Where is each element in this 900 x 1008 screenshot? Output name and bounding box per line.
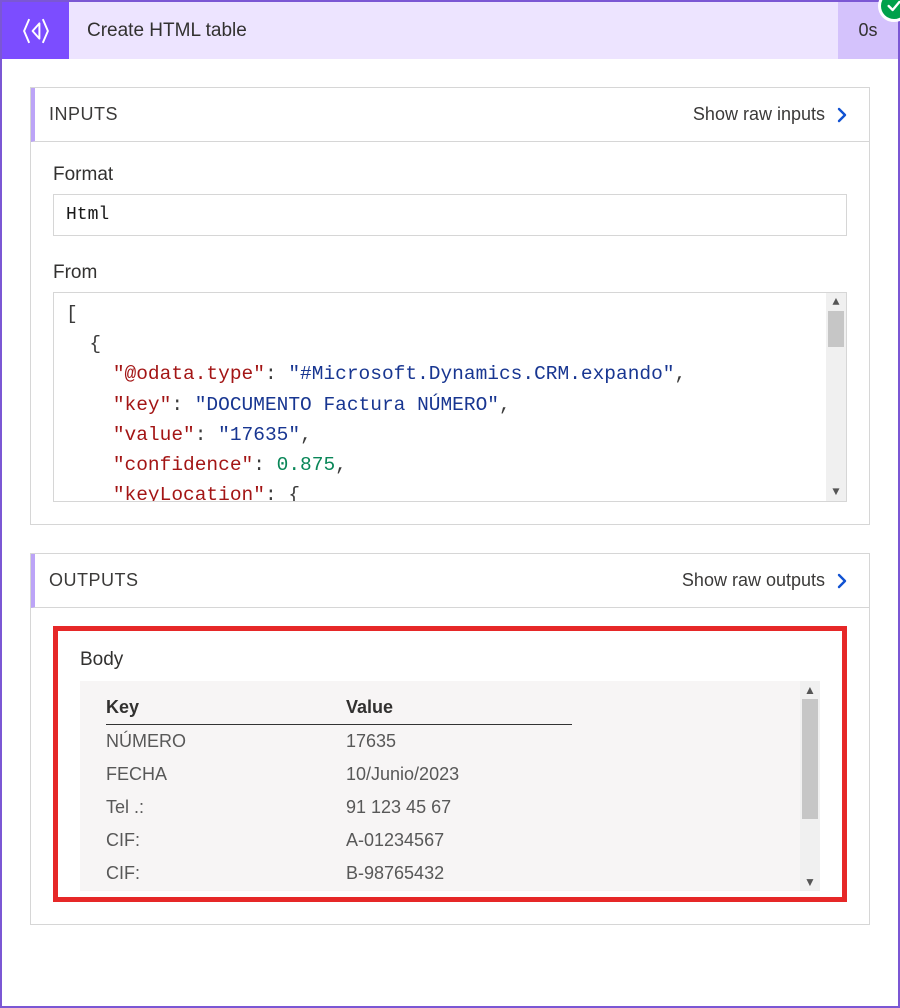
table-header-key: Key xyxy=(106,697,346,725)
json-line: "keyLocation": { xyxy=(66,480,824,502)
table-row: NÚMERO17635 xyxy=(106,725,572,759)
table-cell-value: B-98765432 xyxy=(346,857,572,890)
chevron-right-icon xyxy=(833,572,851,590)
scroll-thumb[interactable] xyxy=(828,311,844,347)
json-line: "confidence": 0.875, xyxy=(66,450,824,480)
scroll-down-arrow-icon[interactable]: ▼ xyxy=(800,873,820,891)
table-cell-key: CIF: xyxy=(106,857,346,890)
inputs-panel-header: INPUTS Show raw inputs xyxy=(31,88,869,142)
table-row: CIF:A-01234567 xyxy=(106,824,572,857)
show-raw-outputs-link[interactable]: Show raw outputs xyxy=(682,570,851,591)
scroll-thumb[interactable] xyxy=(802,699,818,819)
action-card-header: Create HTML table 0s xyxy=(2,2,898,59)
table-cell-key: FECHA xyxy=(106,758,346,791)
outputs-panel-header: OUTPUTS Show raw outputs xyxy=(31,554,869,608)
highlighted-output-region: Body Key Value NÚMERO17635FECHA10/Junio/… xyxy=(53,626,847,902)
inputs-panel: INPUTS Show raw inputs Format Html From … xyxy=(30,87,870,525)
json-line: "@odata.type": "#Microsoft.Dynamics.CRM.… xyxy=(66,359,824,389)
table-cell-key: NÚMERO xyxy=(106,725,346,759)
show-raw-outputs-text: Show raw outputs xyxy=(682,570,825,591)
table-cell-value: A-01234567 xyxy=(346,824,572,857)
format-value-box: Html xyxy=(53,194,847,236)
json-line: { xyxy=(66,329,824,359)
json-line: "value": "17635", xyxy=(66,420,824,450)
show-raw-inputs-text: Show raw inputs xyxy=(693,104,825,125)
output-html-table: Key Value NÚMERO17635FECHA10/Junio/2023T… xyxy=(106,697,572,890)
action-title: Create HTML table xyxy=(69,2,838,59)
table-row: FECHA10/Junio/2023 xyxy=(106,758,572,791)
body-label: Body xyxy=(80,649,820,671)
format-label: Format xyxy=(53,164,847,186)
inputs-panel-title: INPUTS xyxy=(49,104,118,125)
action-duration-text: 0s xyxy=(858,20,877,41)
table-cell-key: CIF: xyxy=(106,824,346,857)
table-cell-value: 10/Junio/2023 xyxy=(346,758,572,791)
data-operation-icon xyxy=(2,2,69,59)
outputs-panel: OUTPUTS Show raw outputs Body Key Value xyxy=(30,553,870,925)
show-raw-inputs-link[interactable]: Show raw inputs xyxy=(693,104,851,125)
chevron-right-icon xyxy=(833,106,851,124)
json-scrollbar[interactable]: ▲ ▼ xyxy=(826,293,846,501)
table-cell-key: Tel .: xyxy=(106,791,346,824)
json-line: [ xyxy=(66,299,824,329)
action-title-text: Create HTML table xyxy=(87,20,247,42)
from-label: From xyxy=(53,262,847,284)
output-body-wrap: Key Value NÚMERO17635FECHA10/Junio/2023T… xyxy=(80,681,820,891)
scroll-up-arrow-icon[interactable]: ▲ xyxy=(826,293,846,311)
json-line: "key": "DOCUMENTO Factura NÚMERO", xyxy=(66,390,824,420)
format-value: Html xyxy=(66,205,109,225)
table-cell-value: 17635 xyxy=(346,725,572,759)
table-row: Tel .:91 123 45 67 xyxy=(106,791,572,824)
table-row: CIF:B-98765432 xyxy=(106,857,572,890)
scroll-down-arrow-icon[interactable]: ▼ xyxy=(826,483,846,501)
scroll-up-arrow-icon[interactable]: ▲ xyxy=(800,681,820,699)
table-cell-value: 91 123 45 67 xyxy=(346,791,572,824)
outputs-panel-title: OUTPUTS xyxy=(49,570,139,591)
from-json-box: [ { "@odata.type": "#Microsoft.Dynamics.… xyxy=(53,292,847,502)
table-header-value: Value xyxy=(346,697,572,725)
output-scrollbar[interactable]: ▲ ▼ xyxy=(800,681,820,891)
